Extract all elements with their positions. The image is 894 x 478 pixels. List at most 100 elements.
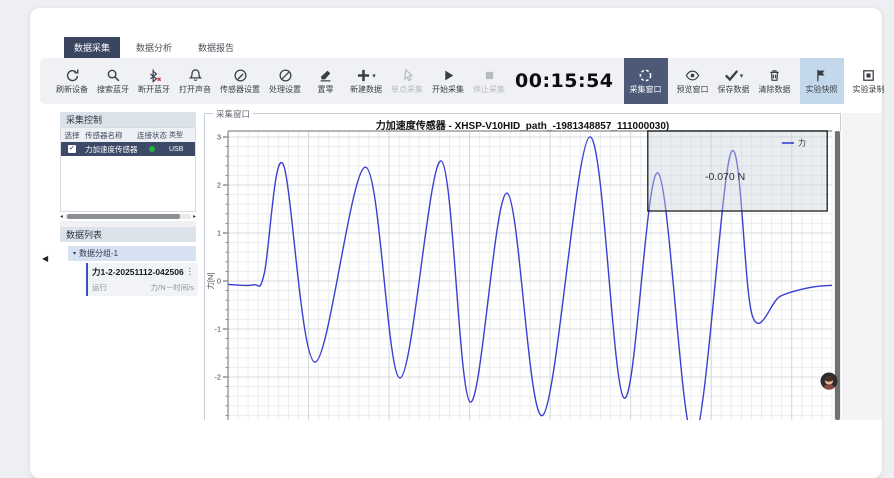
sensor-name: 力加速度传感器 bbox=[83, 144, 135, 155]
toolbar-button-bell[interactable]: 打开声音 bbox=[179, 58, 211, 104]
sensor-table-header: 选择 传感器名称 连接状态 类型 bbox=[61, 128, 195, 142]
toolbar-button-gauge[interactable]: 处理设置 bbox=[269, 58, 301, 104]
bluetooth-disconnect-icon bbox=[147, 68, 162, 83]
assistant-avatar[interactable] bbox=[820, 372, 838, 390]
scroll-right-icon[interactable]: ▸ bbox=[193, 213, 196, 220]
toolbar-button-record[interactable]: 实验录制 bbox=[853, 58, 885, 104]
toolbar-button-label: 预览窗口 bbox=[677, 86, 709, 94]
toolbar-button-label: 搜索蓝牙 bbox=[97, 86, 129, 94]
scroll-left-icon[interactable]: ◂ bbox=[60, 213, 63, 220]
toolbar-button-label: 实验快照 bbox=[806, 86, 838, 94]
toolbar-right-group: 采集窗口预览窗口▾保存数据清除数据实验快照实验录制公式计算 bbox=[624, 58, 894, 104]
svg-text:-2: -2 bbox=[214, 373, 221, 382]
svg-text:1: 1 bbox=[217, 229, 221, 238]
col-type: 类型 bbox=[169, 130, 193, 140]
dashed-circle-icon bbox=[638, 68, 653, 83]
data-item-axes: 力/N－时间/s bbox=[151, 282, 194, 293]
right-gutter bbox=[842, 113, 882, 420]
eye-icon bbox=[685, 68, 700, 83]
col-connection-status: 连接状态 bbox=[135, 130, 169, 141]
tab-data-report[interactable]: 数据报告 bbox=[188, 37, 244, 58]
snapshot-icon bbox=[814, 68, 829, 83]
toolbar-button-stop: 停止采集 bbox=[473, 58, 505, 104]
stop-icon bbox=[482, 68, 497, 83]
play-icon bbox=[441, 68, 456, 83]
sensor-table: 选择 传感器名称 连接状态 类型 ✓ 力加速度传感器 USB bbox=[60, 127, 196, 212]
trash-icon bbox=[767, 68, 782, 83]
toolbar-button-label: 单点采集 bbox=[391, 86, 423, 94]
toolbar-button-dashed-circle[interactable]: 采集窗口 bbox=[624, 58, 668, 104]
legend-label: 力 bbox=[798, 138, 806, 148]
svg-text:3: 3 bbox=[217, 133, 221, 142]
gauge-icon bbox=[278, 68, 293, 83]
chevron-down-icon[interactable]: ▾ bbox=[740, 72, 744, 80]
refresh-icon bbox=[65, 68, 80, 83]
toolbar-button-label: 实验录制 bbox=[853, 86, 885, 94]
capture-window-groupbox: 采集窗口 力加速度传感器 - XHSP-V10HID_path_-1981348… bbox=[204, 113, 841, 420]
toolbar-button-label: 采集窗口 bbox=[630, 86, 662, 94]
data-group-row[interactable]: ▾ 数据分组-1 bbox=[68, 246, 196, 261]
value-annotation: -0.070 N bbox=[705, 171, 745, 183]
plus-icon: ▾ bbox=[356, 68, 376, 83]
toolbar-button-pointer: 单点采集 bbox=[391, 58, 423, 104]
table-row[interactable]: ✓ 力加速度传感器 USB bbox=[61, 142, 195, 156]
col-sensor-name: 传感器名称 bbox=[83, 130, 135, 141]
search-icon bbox=[106, 68, 121, 83]
toolbar-button-label: 开始采集 bbox=[432, 86, 464, 94]
tab-data-acquisition[interactable]: 数据采集 bbox=[64, 37, 120, 58]
svg-text:0: 0 bbox=[217, 277, 221, 286]
toolbar-button-snapshot[interactable]: 实验快照 bbox=[800, 58, 844, 104]
toolbar-button-label: 打开声音 bbox=[179, 86, 211, 94]
data-group-label: 数据分组-1 bbox=[79, 248, 118, 259]
toolbar: 刷新设备 搜索蓝牙 断开蓝牙打开声音 传感器设置 处理设置 置零 ▾ 新建数据 单点采集 开始采集… bbox=[40, 58, 838, 104]
toolbar-button-label: 传感器设置 bbox=[220, 86, 260, 94]
hscroll-thumb[interactable] bbox=[67, 214, 180, 219]
sidebar-collapse-icon[interactable]: ◀ bbox=[42, 254, 48, 263]
waveform-svg: 3 2 1 0 -1 -2 力[N] 力 -0.070 N bbox=[206, 124, 842, 420]
toolbar-button-search[interactable]: 搜索蓝牙 bbox=[97, 58, 129, 104]
data-list-body: ▾ 数据分组-1 力1-2-20251112-042506 ⋮ 运行 力/N－时… bbox=[60, 242, 196, 422]
toolbar-button-plus[interactable]: ▾ 新建数据 bbox=[350, 58, 382, 104]
avatar-face-icon bbox=[820, 372, 838, 390]
svg-text:力[N]: 力[N] bbox=[206, 272, 215, 289]
toolbar-button-label: 处理设置 bbox=[269, 86, 301, 94]
app-window: 数据采集 数据分析 数据报告 刷新设备 搜索蓝牙 断开蓝牙打开声音 传感器设置 处理设置… bbox=[30, 8, 882, 478]
sensor-checkbox[interactable]: ✓ bbox=[68, 145, 76, 153]
toolbar-button-check[interactable]: ▾ 保存数据 bbox=[718, 58, 750, 104]
sensor-type: USB bbox=[169, 146, 193, 153]
toolbar-left-group: 刷新设备 搜索蓝牙 断开蓝牙打开声音 传感器设置 处理设置 置零 ▾ 新建数据 单点采集 开始采集… bbox=[56, 58, 505, 104]
bell-icon bbox=[188, 68, 203, 83]
sensor-settings-icon bbox=[233, 68, 248, 83]
pointer-icon bbox=[400, 68, 415, 83]
tab-data-analysis[interactable]: 数据分析 bbox=[126, 37, 182, 58]
toolbar-button-sensor-settings[interactable]: 传感器设置 bbox=[220, 58, 260, 104]
list-item[interactable]: 力1-2-20251112-042506 ⋮ 运行 力/N－时间/s bbox=[86, 263, 198, 296]
data-item-status: 运行 bbox=[92, 282, 107, 293]
toolbar-button-trash[interactable]: 清除数据 bbox=[759, 58, 791, 104]
svg-text:-1: -1 bbox=[214, 325, 221, 334]
hscroll-track[interactable] bbox=[65, 214, 191, 219]
status-dot bbox=[149, 146, 155, 152]
collapse-icon[interactable]: ▾ bbox=[73, 250, 76, 257]
data-item-title: 力1-2-20251112-042506 bbox=[92, 266, 184, 278]
data-list-header: 数据列表 bbox=[60, 227, 196, 242]
timer-display: 00:15:54 bbox=[515, 70, 614, 92]
toolbar-button-eye[interactable]: 预览窗口 bbox=[677, 58, 709, 104]
acquisition-control-header: 采集控制 bbox=[60, 112, 196, 127]
toolbar-button-bluetooth-disconnect[interactable]: 断开蓝牙 bbox=[138, 58, 170, 104]
eraser-icon bbox=[318, 68, 333, 83]
table-hscrollbar[interactable]: ◂ ▸ bbox=[60, 212, 196, 221]
check-icon: ▾ bbox=[724, 68, 744, 83]
toolbar-button-refresh[interactable]: 刷新设备 bbox=[56, 58, 88, 104]
toolbar-button-label: 刷新设备 bbox=[56, 86, 88, 94]
toolbar-button-label: 停止采集 bbox=[473, 86, 505, 94]
col-select: 选择 bbox=[61, 130, 83, 141]
toolbar-button-play[interactable]: 开始采集 bbox=[432, 58, 464, 104]
toolbar-button-label: 新建数据 bbox=[350, 86, 382, 94]
toolbar-button-label: 保存数据 bbox=[718, 86, 750, 94]
svg-text:2: 2 bbox=[217, 181, 221, 190]
item-menu-icon[interactable]: ⋮ bbox=[186, 266, 195, 278]
chevron-down-icon[interactable]: ▾ bbox=[372, 72, 376, 80]
toolbar-button-eraser[interactable]: 置零 bbox=[310, 58, 341, 104]
main-tab-bar: 数据采集 数据分析 数据报告 bbox=[64, 37, 244, 58]
